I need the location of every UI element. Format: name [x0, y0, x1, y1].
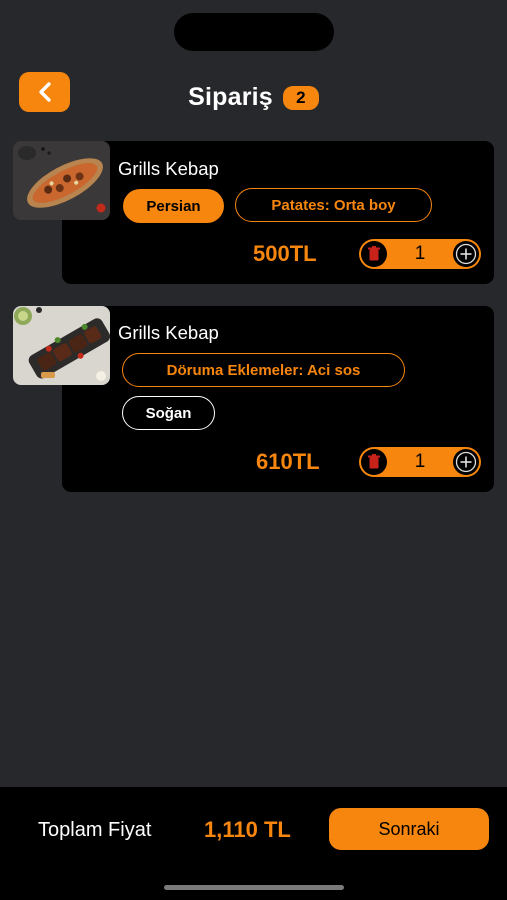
food-image — [13, 141, 110, 220]
food-image — [13, 306, 110, 385]
quantity-stepper: 1 — [359, 239, 481, 269]
item-price: 500TL — [253, 241, 317, 266]
item-price: 610TL — [256, 449, 320, 474]
option-chip[interactable]: Persian — [123, 189, 224, 223]
item-name: Grills Kebap — [118, 158, 219, 179]
total-price-value: 1,110 TL — [204, 817, 291, 842]
increase-button[interactable] — [452, 241, 479, 267]
delete-button[interactable] — [361, 241, 387, 267]
trash-icon — [368, 246, 380, 261]
item-name: Grills Kebap — [118, 322, 219, 343]
option-chip[interactable]: Patates: Orta boy — [235, 188, 432, 222]
quantity-value: 1 — [414, 243, 426, 264]
trash-icon — [368, 454, 380, 469]
option-chip[interactable]: Soğan — [122, 396, 215, 430]
delete-button[interactable] — [361, 449, 387, 475]
increase-button[interactable] — [452, 449, 479, 475]
quantity-stepper: 1 — [359, 447, 481, 477]
plus-icon — [455, 243, 477, 265]
item-count-badge: 2 — [282, 85, 319, 110]
camera-notch — [174, 13, 334, 51]
next-button[interactable]: Sonraki — [329, 808, 489, 850]
checkout-footer: Toplam Fiyat 1,110 TL Sonraki — [0, 787, 507, 900]
header: Sipariş 2 — [0, 80, 507, 114]
total-price-label: Toplam Fiyat — [38, 819, 152, 841]
home-indicator — [164, 885, 344, 890]
page-title: Sipariş — [188, 82, 273, 111]
quantity-value: 1 — [414, 451, 426, 472]
option-chip[interactable]: Döruma Eklemeler: Aci sos — [122, 353, 405, 387]
plus-icon — [455, 451, 477, 473]
